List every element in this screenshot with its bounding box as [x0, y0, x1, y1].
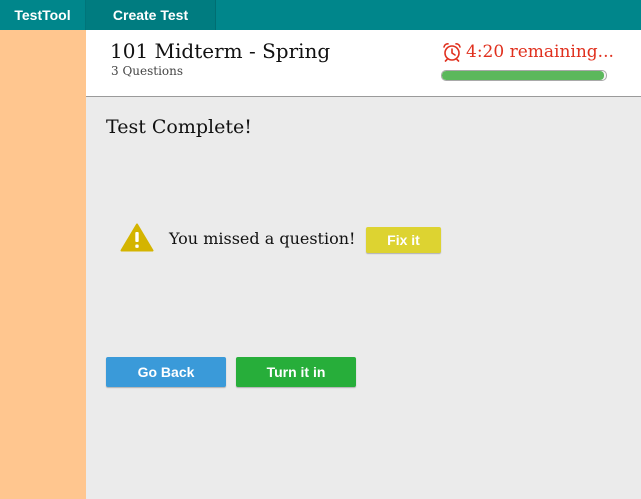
nav-brand-testtool[interactable]: TestTool: [0, 0, 86, 30]
go-back-button[interactable]: Go Back: [106, 357, 226, 387]
time-progress-bar: [441, 70, 607, 81]
missed-question-message: You missed a question!: [169, 229, 356, 248]
sidebar: [0, 30, 86, 499]
page-heading: Test Complete!: [106, 116, 252, 138]
fix-it-button[interactable]: Fix it: [366, 227, 441, 253]
time-remaining: 4:20 remaining...: [466, 42, 614, 62]
test-header: 101 Midterm - Spring 3 Questions 4:20 re…: [86, 30, 641, 97]
test-title: 101 Midterm - Spring: [110, 39, 331, 63]
turn-it-in-button[interactable]: Turn it in: [236, 357, 356, 387]
nav-create-test[interactable]: Create Test: [86, 0, 216, 30]
alarm-clock-icon: [443, 43, 461, 62]
warning-triangle-icon: [120, 223, 154, 252]
time-progress-fill: [442, 71, 605, 80]
question-count: 3 Questions: [111, 64, 184, 78]
top-nav-bar: TestTool Create Test: [0, 0, 641, 30]
